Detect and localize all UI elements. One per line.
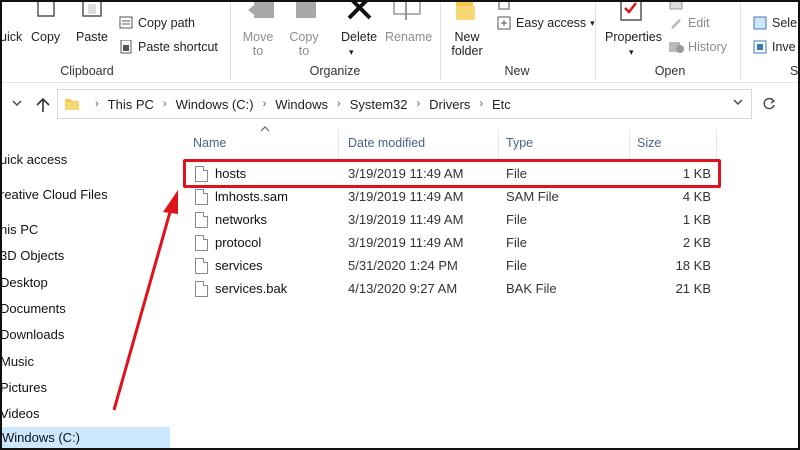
annotation-arrow-icon	[112, 190, 178, 411]
